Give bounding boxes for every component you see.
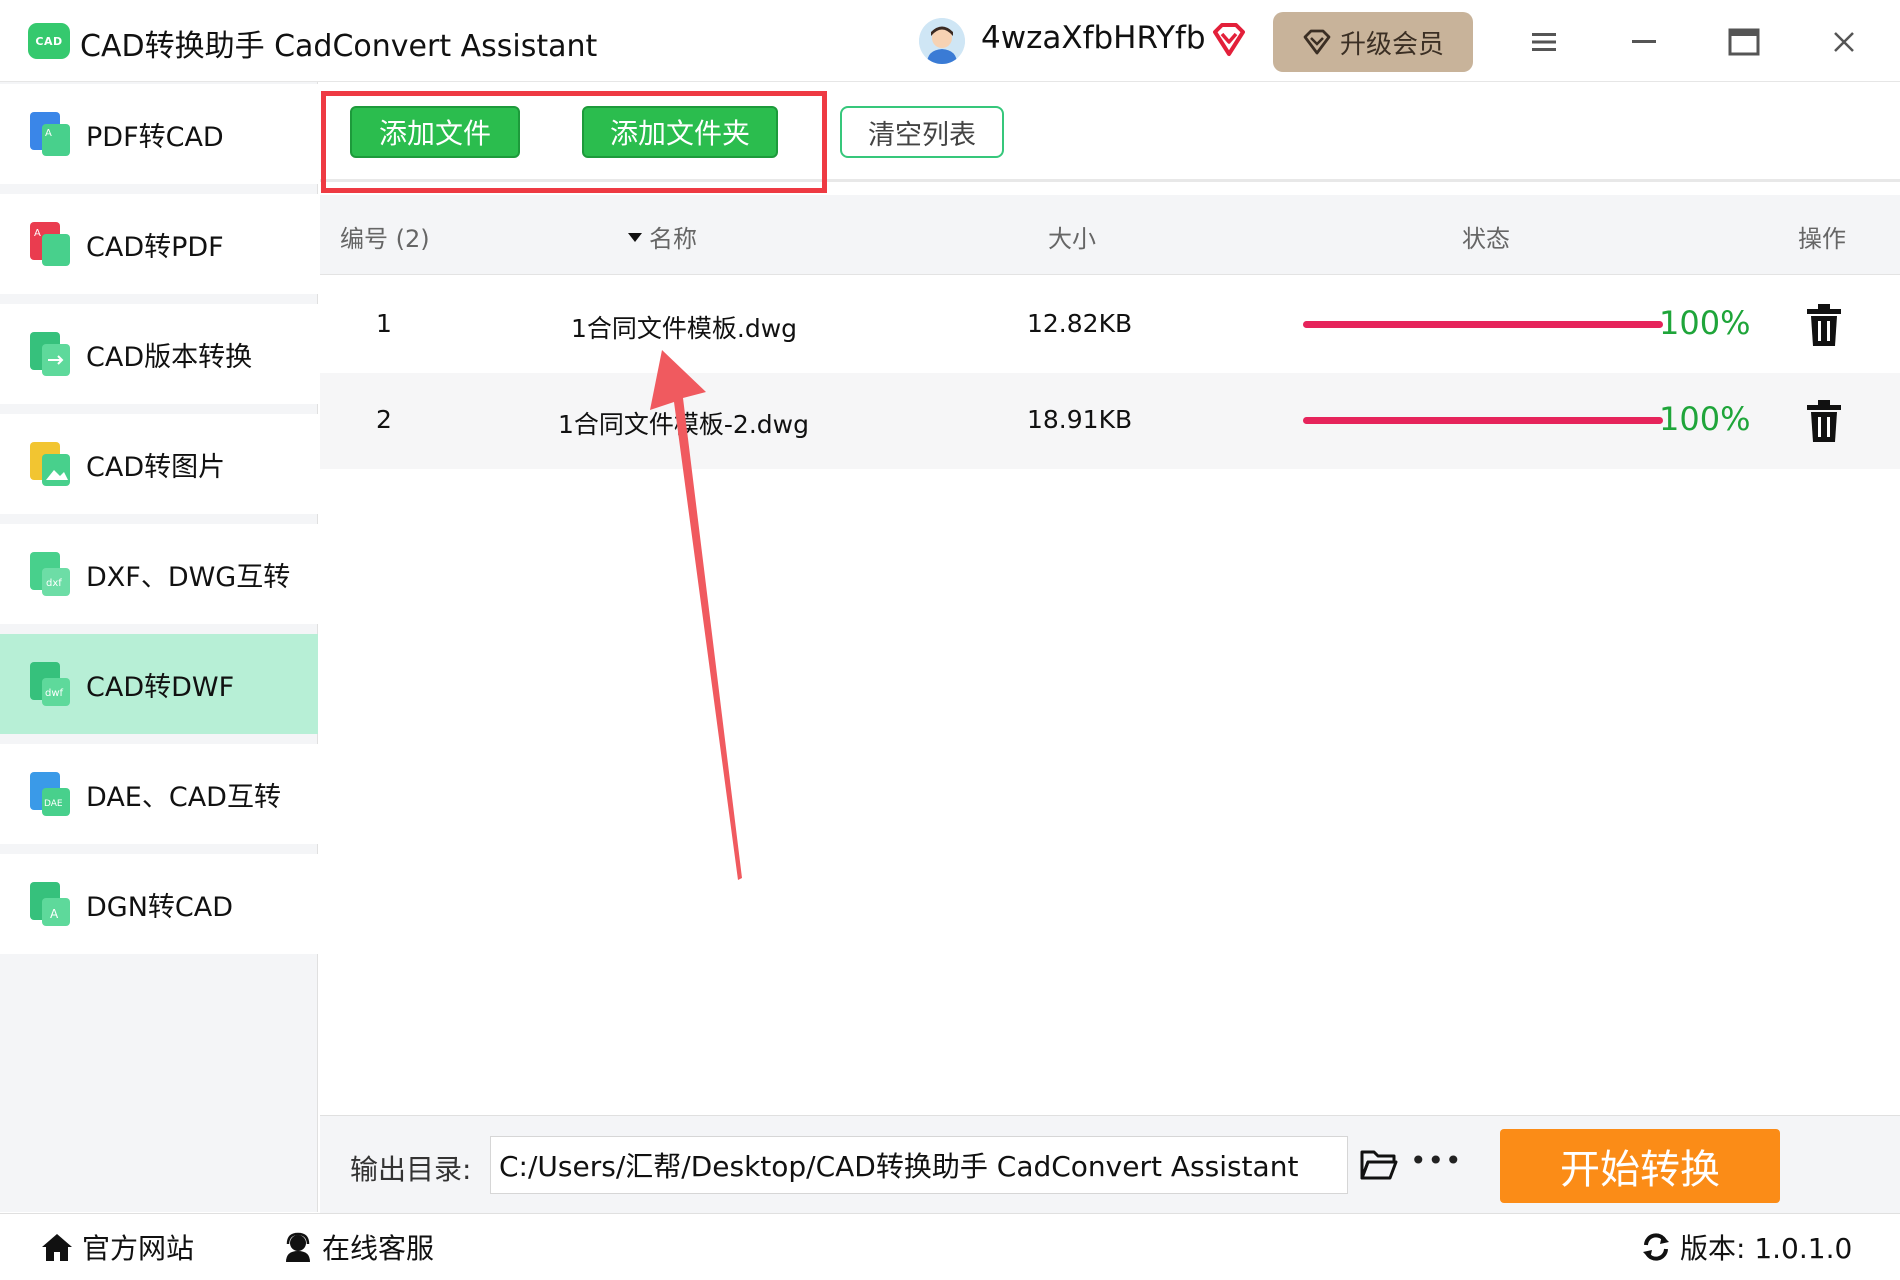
progress-bar xyxy=(1303,417,1663,424)
sidebar-item-label: PDF转CAD xyxy=(86,121,224,153)
app-title: CAD转换助手 CadConvert Assistant xyxy=(80,29,598,64)
sidebar-item-label: DXF、DWG互转 xyxy=(86,561,291,593)
start-convert-button[interactable]: 开始转换 xyxy=(1500,1129,1780,1203)
progress-bar xyxy=(1303,321,1663,328)
dae-cad-icon: DAE xyxy=(30,772,70,816)
output-path-input[interactable] xyxy=(490,1136,1348,1194)
sidebar-item-label: DGN转CAD xyxy=(86,891,234,923)
cad-to-image-icon xyxy=(30,442,70,486)
upgrade-label: 升级会员 xyxy=(1339,29,1444,60)
upgrade-vip-button[interactable]: 升级会员 xyxy=(1273,12,1473,72)
sidebar-item-cad-to-dwf[interactable]: dwf CAD转DWF xyxy=(0,634,318,734)
progress-fill xyxy=(1303,417,1663,424)
diamond-icon xyxy=(1303,29,1331,55)
row-index: 2 xyxy=(376,405,392,434)
svg-text:dxf: dxf xyxy=(46,578,62,589)
output-directory-label: 输出目录: xyxy=(350,1153,472,1186)
sidebar-item-dae-cad[interactable]: DAE DAE、CAD互转 xyxy=(0,744,318,844)
sidebar: A PDF转CAD A CAD转PDF CAD版本转换 CAD转图片 dxf D… xyxy=(0,82,318,1212)
version-label: 版本: 1.0.1.0 xyxy=(1680,1232,1853,1265)
cad-to-pdf-icon: A xyxy=(30,222,70,266)
table-row[interactable]: 2 1合同文件模板-2.dwg 18.91KB 100% xyxy=(320,373,1900,469)
vip-diamond-icon xyxy=(1209,20,1249,60)
svg-text:DAE: DAE xyxy=(44,799,63,809)
sidebar-item-label: CAD转图片 xyxy=(86,451,226,483)
status-bar: 官方网站 在线客服 版本: 1.0.1.0 xyxy=(0,1213,1900,1280)
sidebar-item-dgn-to-cad[interactable]: A DGN转CAD xyxy=(0,854,318,954)
header-status: 状态 xyxy=(1462,225,1510,253)
progress-percent: 100% xyxy=(1659,400,1751,438)
sidebar-item-cad-to-pdf[interactable]: A CAD转PDF xyxy=(0,194,318,294)
progress-percent: 100% xyxy=(1659,304,1751,342)
sidebar-item-dxf-dwg[interactable]: dxf DXF、DWG互转 xyxy=(0,524,318,624)
svg-text:dwf: dwf xyxy=(45,688,64,699)
customer-service-icon xyxy=(286,1232,310,1262)
header-index: 编号 (2) xyxy=(340,225,430,253)
menu-icon[interactable] xyxy=(1520,18,1568,66)
user-avatar[interactable] xyxy=(919,18,965,64)
sidebar-item-pdf-to-cad[interactable]: A PDF转CAD xyxy=(0,84,318,184)
row-index: 1 xyxy=(376,309,392,338)
delete-trash-icon[interactable] xyxy=(1805,303,1843,347)
row-name: 1合同文件模板-2.dwg xyxy=(558,410,809,439)
official-website-link[interactable]: 官方网站 xyxy=(40,1227,194,1267)
online-support-link[interactable]: 在线客服 xyxy=(282,1227,434,1267)
app-logo-text: CAD xyxy=(35,34,63,48)
header-name-label: 名称 xyxy=(649,225,697,253)
support-label: 在线客服 xyxy=(322,1232,435,1265)
header-action: 操作 xyxy=(1798,225,1846,253)
svg-text:A: A xyxy=(45,128,52,139)
dxf-dwg-icon: dxf xyxy=(30,552,70,596)
home-icon xyxy=(42,1234,72,1261)
sidebar-item-label: CAD转DWF xyxy=(86,671,235,703)
delete-trash-icon[interactable] xyxy=(1805,399,1843,443)
svg-text:A: A xyxy=(50,907,59,921)
header-size: 大小 xyxy=(1048,225,1096,253)
maximize-icon[interactable] xyxy=(1720,18,1768,66)
app-logo: CAD xyxy=(28,23,70,59)
output-bar: 输出目录: ••• 开始转换 xyxy=(320,1115,1900,1213)
sort-down-icon xyxy=(628,232,642,242)
sidebar-item-label: CAD转PDF xyxy=(86,231,224,263)
more-options-icon[interactable]: ••• xyxy=(1410,1144,1463,1177)
svg-text:A: A xyxy=(34,228,41,239)
cad-to-dwf-icon: dwf xyxy=(30,662,70,706)
sidebar-item-cad-version[interactable]: CAD版本转换 xyxy=(0,304,318,404)
minimize-icon[interactable] xyxy=(1620,18,1668,66)
cad-version-icon xyxy=(30,332,70,376)
sidebar-item-label: DAE、CAD互转 xyxy=(86,781,281,813)
sidebar-item-cad-to-image[interactable]: CAD转图片 xyxy=(0,414,318,514)
clear-list-button[interactable]: 清空列表 xyxy=(840,106,1004,158)
refresh-icon xyxy=(1643,1233,1669,1261)
sidebar-item-label: CAD版本转换 xyxy=(86,341,253,373)
table-row[interactable]: 1 1合同文件模板.dwg 12.82KB 100% xyxy=(320,277,1900,373)
title-bar: CAD CAD转换助手 CadConvert Assistant 4wzaXfb… xyxy=(0,0,1900,82)
username[interactable]: 4wzaXfbHRYfb xyxy=(981,20,1206,56)
highlight-annotation-box xyxy=(321,91,827,193)
open-folder-icon[interactable] xyxy=(1360,1146,1398,1182)
row-name: 1合同文件模板.dwg xyxy=(571,314,798,343)
close-icon[interactable] xyxy=(1820,18,1868,66)
dgn-to-cad-icon: A xyxy=(30,882,70,926)
row-size: 12.82KB xyxy=(1027,309,1133,338)
version-info[interactable]: 版本: 1.0.1.0 xyxy=(1640,1227,1852,1267)
website-label: 官方网站 xyxy=(82,1232,195,1265)
header-name[interactable]: 名称 xyxy=(627,219,697,254)
row-size: 18.91KB xyxy=(1027,405,1133,434)
table-header: 编号 (2) 名称 大小 状态 操作 xyxy=(320,195,1900,275)
progress-fill xyxy=(1303,321,1663,328)
pdf-to-cad-icon: A xyxy=(30,112,70,156)
